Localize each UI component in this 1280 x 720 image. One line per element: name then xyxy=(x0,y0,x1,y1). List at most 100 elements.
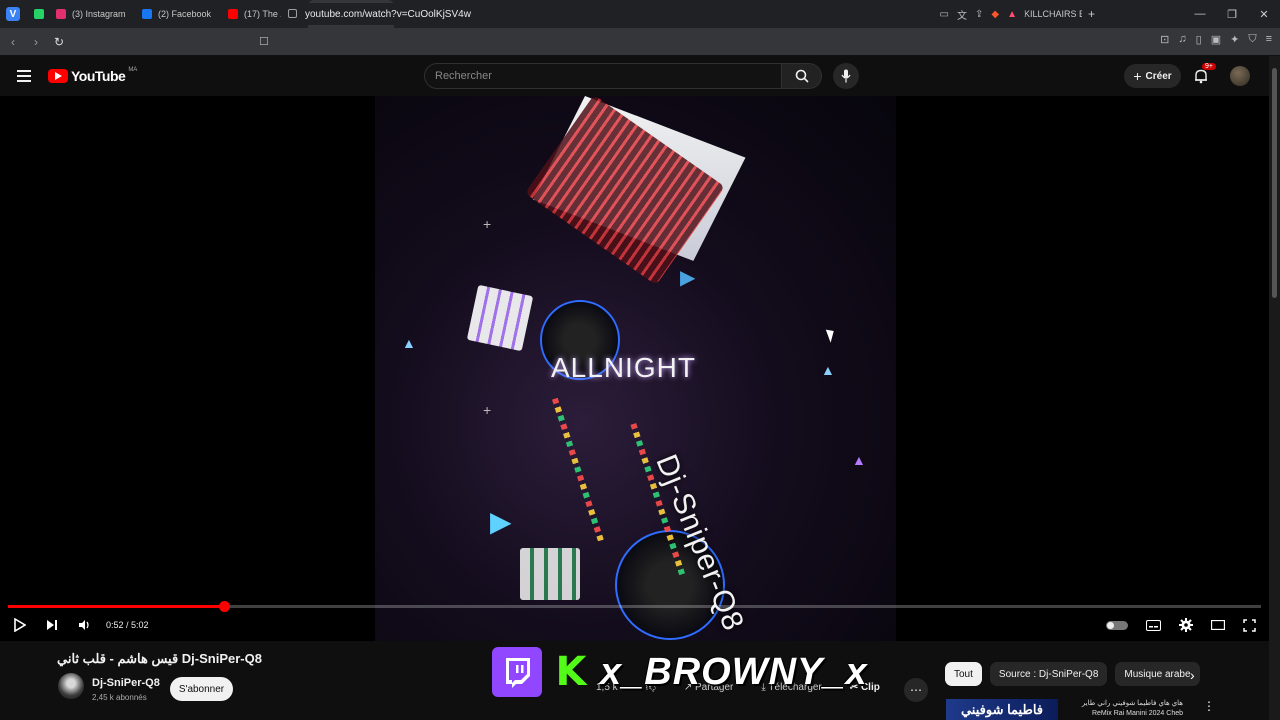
share-icon[interactable]: ⇪ xyxy=(975,9,983,20)
minimize-button[interactable]: — xyxy=(1184,0,1216,28)
chip-arabic-music[interactable]: Musique arabe xyxy=(1115,662,1200,686)
next-icon xyxy=(47,620,57,630)
maximize-button[interactable]: ❐ xyxy=(1216,0,1248,28)
microphone-icon xyxy=(841,69,851,83)
triangle-icon: ▶ xyxy=(680,267,696,289)
reload-icon[interactable]: ↻ xyxy=(49,32,69,52)
autoplay-toggle[interactable] xyxy=(1106,620,1128,630)
ai-icon[interactable]: ✦ xyxy=(1230,33,1239,46)
more-actions-button[interactable]: ⋯ xyxy=(904,678,928,702)
subscriber-count: 2,45 k abonnés xyxy=(92,693,147,702)
window-controls: — ❐ ✕ xyxy=(1184,0,1280,28)
tab-favicon-icon xyxy=(142,9,152,19)
sidebar-icon[interactable]: ▯ xyxy=(1196,33,1202,46)
cast-icon[interactable]: ▭ xyxy=(940,9,949,20)
tab-favicon-icon xyxy=(34,9,44,19)
chip-all[interactable]: Tout xyxy=(945,662,982,686)
brave-shield-icon[interactable]: ◆ xyxy=(991,9,999,20)
back-icon[interactable]: ‹ xyxy=(3,32,23,52)
settings-button[interactable] xyxy=(1179,618,1193,632)
bookmark-icon[interactable]: ☐ xyxy=(259,35,269,48)
fullscreen-button[interactable] xyxy=(1243,618,1256,632)
notifications-button[interactable]: 9+ xyxy=(1193,63,1216,84)
bell-icon xyxy=(1195,69,1207,84)
create-label: Créer xyxy=(1145,70,1172,82)
account-avatar[interactable] xyxy=(1230,66,1250,86)
scrollbar-thumb[interactable] xyxy=(1272,68,1277,298)
menu-icon[interactable]: ≡ xyxy=(1266,33,1272,46)
subtitles-icon xyxy=(1146,619,1161,631)
tab-label: (2) Facebook xyxy=(158,9,212,19)
player-controls-left: 0:52 / 5:02 xyxy=(14,615,149,635)
recommended-more-icon[interactable]: ⋮ xyxy=(1203,699,1215,713)
time-display: 0:52 / 5:02 xyxy=(106,620,149,630)
plus-icon: + xyxy=(1088,7,1096,21)
search-button[interactable] xyxy=(782,63,822,89)
subtitles-button[interactable] xyxy=(1146,619,1161,631)
triangle-icon: ▲ xyxy=(852,452,866,468)
channel-avatar[interactable] xyxy=(58,673,84,699)
dj-pads-lower-image xyxy=(520,548,580,600)
rewards-icon[interactable]: ▲ xyxy=(1007,9,1017,20)
page-scrollbar[interactable] xyxy=(1269,56,1280,720)
screenshot-icon[interactable]: ⊡ xyxy=(1160,33,1169,46)
search-icon xyxy=(795,69,809,83)
recommended-thumbnail[interactable]: فاطيما شوفيني xyxy=(946,699,1058,720)
tab-label: SKILLCHAIRS Ex xyxy=(1018,9,1082,19)
close-window-button[interactable]: ✕ xyxy=(1248,0,1280,28)
plus-sparkle-icon: + xyxy=(483,216,492,232)
tab-favicon-icon xyxy=(228,9,238,19)
recommended-title[interactable]: هاي هاي فاطيما شوفيني راني طاير ReMix Ra… xyxy=(1063,699,1183,720)
theater-mode-button[interactable] xyxy=(1211,620,1225,630)
url-actions: ▭ 文 ⇪ ◆ ▲ xyxy=(940,3,1025,25)
channel-name[interactable]: Dj-SniPer-Q8 xyxy=(92,677,160,689)
volume-icon xyxy=(79,620,89,630)
new-tab-button[interactable]: + xyxy=(1082,0,1101,28)
translate-icon[interactable]: 文 xyxy=(957,7,967,22)
progress-played xyxy=(8,605,224,608)
logo-wordmark: YouTube xyxy=(71,68,126,84)
forward-icon[interactable]: › xyxy=(26,32,46,52)
scrubber-handle[interactable] xyxy=(218,601,230,612)
dj-pads-image xyxy=(466,284,534,352)
vpn-icon[interactable]: ⛉ xyxy=(1248,33,1256,46)
notification-badge: 9+ xyxy=(1202,63,1216,70)
url-field[interactable]: youtube.com/watch?v=CuOolKjSV4w ▭ 文 ⇪ ◆ … xyxy=(280,3,1025,25)
wallet-icon[interactable]: ▣ xyxy=(1211,33,1221,46)
youtube-play-icon xyxy=(48,69,68,83)
vivaldi-icon[interactable]: V xyxy=(6,7,20,21)
create-button[interactable]: + Créer xyxy=(1124,64,1181,88)
subscribe-button[interactable]: S'abonner xyxy=(170,677,233,701)
plus-icon: + xyxy=(1133,68,1142,84)
site-info-icon[interactable] xyxy=(288,9,297,18)
voice-search-button[interactable] xyxy=(833,63,859,89)
volume-button[interactable] xyxy=(78,619,92,631)
country-code: MA xyxy=(128,67,138,73)
twitch-logo-icon xyxy=(492,647,542,697)
chevron-right-icon[interactable]: › xyxy=(1190,667,1195,683)
player-controls-right xyxy=(1106,615,1256,635)
next-button[interactable] xyxy=(46,619,58,631)
play-button[interactable] xyxy=(14,618,26,632)
browser-tab[interactable]: (3) Instagram xyxy=(50,0,136,28)
plus-sparkle-icon: + xyxy=(483,402,492,418)
streamer-overlay: K x_BROWNY_x xyxy=(492,646,868,698)
fullscreen-icon xyxy=(1243,618,1256,632)
kick-logo-icon: K xyxy=(555,649,587,695)
play-icon xyxy=(14,618,26,632)
youtube-logo[interactable]: YouTube MA xyxy=(48,67,138,84)
browser-tab[interactable] xyxy=(28,0,50,28)
music-icon[interactable]: ♫ xyxy=(1178,33,1186,46)
overlay-text-allnight: ALLNIGHT xyxy=(551,352,696,383)
triangle-icon: ▲ xyxy=(821,362,835,378)
gear-icon xyxy=(1179,618,1193,632)
youtube-header: YouTube MA Rechercher + Créer 9+ xyxy=(0,56,1280,96)
tab-label: (3) Instagram xyxy=(72,9,126,19)
extension-toolbar: ⊡ ♫ ▯ ▣ ✦ ⛉ ≡ xyxy=(1160,33,1272,46)
browser-tab[interactable]: (2) Facebook xyxy=(136,0,222,28)
search-input[interactable]: Rechercher xyxy=(424,63,782,89)
guide-menu-icon[interactable] xyxy=(17,70,31,82)
url-text: youtube.com/watch?v=CuOolKjSV4w xyxy=(305,8,471,20)
progress-bar[interactable] xyxy=(8,601,1261,612)
chip-source[interactable]: Source : Dj-SniPer-Q8 xyxy=(989,662,1108,686)
